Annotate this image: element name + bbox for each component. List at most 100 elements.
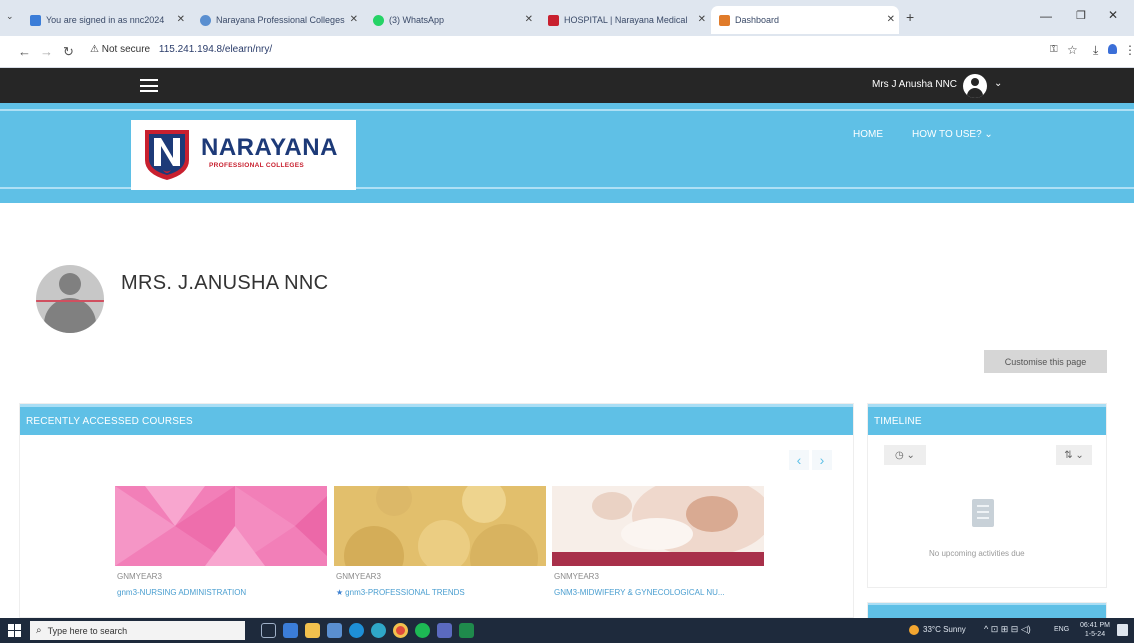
tab-dashboard[interactable]: Dashboard ✕ [711, 6, 899, 34]
language-indicator[interactable]: ENG [1054, 626, 1069, 633]
close-tab-icon[interactable]: ✕ [525, 14, 533, 25]
course-name-link[interactable]: GNM3-MIDWIFERY & GYNECOLOGICAL NU... [554, 588, 762, 597]
clock[interactable]: 06:41 PM 1-5-24 [1080, 621, 1110, 639]
notification-icon[interactable] [1117, 624, 1128, 636]
close-tab-icon[interactable]: ✕ [177, 14, 185, 25]
site-navbar: Mrs J Anusha NNC ⌄ [0, 68, 1134, 103]
windows-taskbar: ⌕ Type here to search 33°C Sunny ^ ⊡ ⊞ ⊟… [0, 618, 1134, 643]
sort-icon: ⇅ ⌄ [1064, 449, 1084, 461]
course-category: GNMYEAR3 [336, 572, 381, 581]
taskbar-search-input[interactable]: ⌕ Type here to search [30, 621, 245, 640]
spotify-icon[interactable] [415, 623, 430, 638]
close-tab-icon[interactable]: ✕ [698, 14, 706, 25]
tab-title: Dashboard [735, 15, 780, 25]
back-icon[interactable]: ← [18, 44, 31, 59]
clock-date: 1-5-24 [1084, 631, 1106, 638]
tab-narayana-colleges[interactable]: Narayana Professional Colleges ✕ [194, 6, 362, 34]
timeline-heading: TIMELINE [868, 404, 1106, 435]
restore-icon[interactable]: ❐ [1076, 9, 1086, 22]
minimize-icon[interactable]: — [1040, 9, 1052, 23]
course-name-link[interactable]: gnm3-NURSING ADMINISTRATION [117, 588, 325, 597]
empty-list-icon [972, 499, 994, 527]
previous-arrow-icon[interactable]: ‹ [789, 450, 809, 470]
logo-subtitle: PROFESSIONAL COLLEGES [209, 162, 305, 169]
profile-avatar[interactable] [36, 265, 104, 333]
star-icon[interactable]: ★ [336, 588, 343, 597]
windows-start-icon[interactable] [8, 624, 21, 637]
user-avatar-icon[interactable] [963, 74, 987, 98]
widgets-icon[interactable] [283, 623, 298, 638]
menu-dots-icon[interactable]: ⋮ [1124, 43, 1134, 57]
tab-signed-in[interactable]: You are signed in as nnc2024 ✕ [24, 6, 189, 34]
course-image[interactable] [552, 486, 764, 566]
file-explorer-icon[interactable] [305, 623, 320, 638]
tab-whatsapp[interactable]: (3) WhatsApp ✕ [367, 6, 537, 34]
search-icon: ⌕ [36, 625, 42, 636]
recent-courses-heading: RECENTLY ACCESSED COURSES [20, 404, 853, 435]
chevron-down-icon[interactable]: ⌄ [994, 78, 1002, 89]
key-icon[interactable]: ⚿ [1050, 44, 1058, 55]
new-tab-button[interactable]: + [906, 9, 914, 25]
timeline-empty-text: No upcoming activities due [929, 549, 1025, 558]
clock-icon: ◷ ⌄ [895, 449, 915, 461]
chrome-icon[interactable] [393, 623, 408, 638]
tab-title: Narayana Professional Colleges [216, 15, 345, 25]
whatsapp-icon [373, 14, 384, 26]
course-card[interactable]: GNMYEAR3 GNM3-MIDWIFERY & GYNECOLOGICAL … [552, 486, 764, 604]
weather-text[interactable]: 33°C Sunny [923, 625, 966, 634]
globe-icon [200, 14, 211, 26]
tab-title: HOSPITAL | Narayana Medical [564, 15, 688, 25]
course-image[interactable] [115, 486, 327, 566]
timeline-sort-button[interactable]: ⇅ ⌄ [1056, 445, 1092, 465]
course-category: GNMYEAR3 [554, 572, 599, 581]
system-tray-icons[interactable]: ^ ⊡ ⊞ ⊟ ◁) [984, 624, 1031, 635]
tab-favicon-icon [30, 14, 41, 26]
not-secure-label[interactable]: ⚠ Not secure [90, 44, 150, 55]
menu-home-link[interactable]: HOME [853, 129, 883, 140]
star-bookmark-icon[interactable]: ☆ [1067, 43, 1078, 57]
menu-how-to-use-link[interactable]: HOW TO USE? ⌄ [912, 129, 993, 140]
course-image[interactable] [334, 486, 546, 566]
tab-title: You are signed in as nnc2024 [46, 15, 165, 25]
next-arrow-icon[interactable]: › [812, 450, 832, 470]
next-block-heading [868, 603, 1106, 619]
hamburger-menu-icon[interactable] [140, 79, 158, 92]
forward-icon[interactable]: → [40, 44, 53, 59]
browser-tab-bar: ⌄ You are signed in as nnc2024 ✕ Narayan… [0, 0, 1134, 36]
course-name-link[interactable]: ★ gnm3-PROFESSIONAL TRENDS [336, 588, 544, 597]
close-tab-icon[interactable]: ✕ [350, 14, 358, 25]
url-text: 115.241.194.8/elearn/nry/ [158, 44, 273, 55]
address-bar: ← → ↻ ⚠ Not secure 115.241.194.8/elearn/… [0, 36, 1134, 68]
next-block [867, 602, 1107, 619]
course-card[interactable]: GNMYEAR3 gnm3-NURSING ADMINISTRATION [115, 486, 327, 604]
course-name-text: gnm3-PROFESSIONAL TRENDS [345, 588, 465, 597]
search-placeholder: Type here to search [47, 625, 128, 636]
hospital-favicon-icon [548, 14, 559, 26]
download-icon[interactable]: ⤓ [1093, 43, 1098, 58]
tab-search-icon[interactable]: ⌄ [6, 11, 14, 22]
teams-icon[interactable] [437, 623, 452, 638]
customise-page-button[interactable]: Customise this page [984, 350, 1107, 373]
store-icon[interactable] [327, 623, 342, 638]
site-logo[interactable]: NARAYANA PROFESSIONAL COLLEGES [131, 120, 356, 190]
profile-icon[interactable] [1108, 44, 1117, 54]
timeline-block: TIMELINE [867, 403, 1107, 588]
tab-hospital[interactable]: HOSPITAL | Narayana Medical ✕ [542, 6, 710, 34]
page-title: MRS. J.ANUSHA NNC [121, 272, 329, 294]
close-tab-icon[interactable]: ✕ [887, 14, 895, 25]
course-category: GNMYEAR3 [117, 572, 162, 581]
tab-title: (3) WhatsApp [389, 15, 445, 25]
clock-time: 06:41 PM [1080, 622, 1110, 629]
course-card[interactable]: GNMYEAR3 ★ gnm3-PROFESSIONAL TRENDS [334, 486, 546, 604]
reload-icon[interactable]: ↻ [63, 44, 74, 60]
internet-explorer-icon[interactable] [349, 623, 364, 638]
user-menu-name[interactable]: Mrs J Anusha NNC [872, 79, 957, 90]
url-field[interactable]: ⚠ Not secure 115.241.194.8/elearn/nry/ [90, 44, 272, 55]
excel-icon[interactable] [459, 623, 474, 638]
edge-icon[interactable] [371, 623, 386, 638]
timeline-filter-button[interactable]: ◷ ⌄ [884, 445, 926, 465]
weather-sun-icon[interactable] [909, 625, 919, 635]
moodle-favicon-icon [719, 14, 730, 26]
close-window-icon[interactable]: ✕ [1108, 8, 1118, 22]
task-view-icon[interactable] [261, 623, 276, 638]
